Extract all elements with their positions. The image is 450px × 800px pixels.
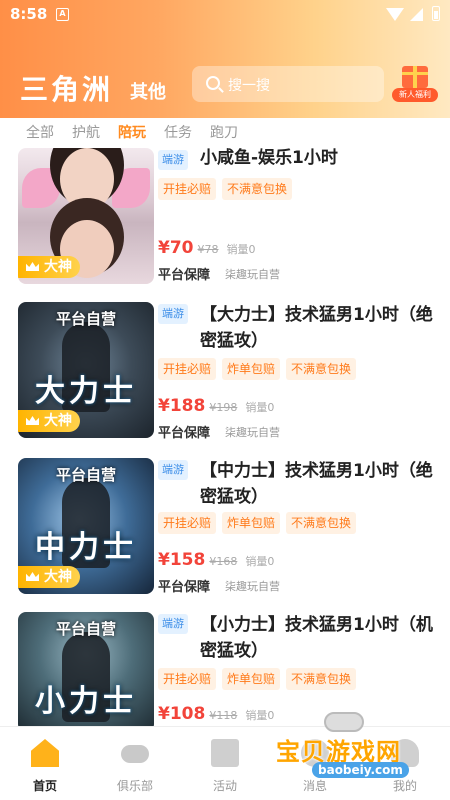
status-bar: 8:58 A	[0, 0, 450, 30]
rank-badge: 大神	[18, 256, 80, 278]
category-switch[interactable]: 其他	[130, 78, 166, 104]
feature-tag: 不满意包换	[286, 358, 357, 380]
product-card[interactable]: 平台自营 大力士 大神 端游 【大力士】技术猛男1小时（绝密猛攻） 开挂必赔 炸单…	[0, 302, 450, 442]
nav-label: 首页	[32, 779, 57, 793]
product-thumbnail: 平台自营 大力士 大神	[18, 302, 154, 438]
sales-count: 销量0	[226, 243, 256, 256]
price: ¥158	[158, 550, 206, 570]
guarantee-label: 平台保障	[158, 268, 211, 283]
nav-activity[interactable]: 活动	[180, 727, 270, 800]
product-title: 小咸鱼-娱乐1小时	[200, 148, 338, 168]
feature-tag: 不满意包换	[286, 512, 357, 534]
battery-icon	[432, 6, 440, 21]
search-placeholder: 搜一搜	[228, 78, 270, 94]
product-card[interactable]: 平台自营 中力士 大神 端游 【中力士】技术猛男1小时（绝密猛攻） 开挂必赔 炸单…	[0, 458, 450, 598]
feature-tag: 炸单包赔	[222, 358, 281, 380]
gamepad-icon	[121, 745, 149, 763]
price-row: ¥158 ¥168 销量0	[158, 550, 274, 572]
feature-tag: 开挂必赔	[158, 358, 217, 380]
crown-icon	[26, 416, 39, 425]
feature-tag: 炸单包赔	[222, 512, 281, 534]
product-card[interactable]: 大神 端游 小咸鱼-娱乐1小时 开挂必赔 不满意包换 ¥70 ¥78 销量0 平台保障…	[0, 148, 450, 288]
price: ¥70	[158, 238, 194, 258]
thumbnail-title: 中力士	[35, 530, 137, 565]
feature-tags: 开挂必赔 炸单包赔 不满意包换	[158, 512, 362, 534]
thumbnail-caption: 平台自营	[55, 620, 116, 638]
search-input[interactable]: 搜一搜	[192, 66, 384, 102]
search-icon	[206, 76, 220, 90]
newcomer-gift-button[interactable]: 新人福利	[392, 64, 438, 104]
sales-count: 销量0	[245, 709, 275, 722]
old-price: ¥118	[209, 709, 238, 722]
wing-decoration	[112, 168, 150, 208]
tab-run[interactable]: 跑刀	[210, 122, 238, 142]
gift-icon	[211, 739, 239, 767]
product-thumbnail: 平台自营 中力士 大神	[18, 458, 154, 594]
price-row: ¥108 ¥118 销量0	[158, 704, 274, 726]
nav-home[interactable]: 首页	[0, 727, 90, 800]
crown-icon	[26, 262, 39, 271]
product-thumbnail: 大神	[18, 148, 154, 284]
feature-tags: 开挂必赔 炸单包赔 不满意包换	[158, 668, 362, 690]
guarantee-label: 平台保障	[158, 580, 211, 595]
product-thumbnail: 平台自营 小力士	[18, 612, 154, 726]
feature-tag: 开挂必赔	[158, 178, 217, 200]
signal-icon	[410, 8, 423, 21]
home-icon	[31, 739, 59, 767]
category-tabs: 全部 护航 陪玩 任务 跑刀	[0, 118, 450, 148]
product-title: 【小力士】技术猛男1小时（机密猛攻）	[200, 615, 433, 661]
platform-tag: 端游	[158, 150, 188, 170]
platform-tag: 端游	[158, 304, 188, 324]
old-price: ¥198	[209, 401, 238, 414]
sales-count: 销量0	[245, 401, 275, 414]
rank-badge: 大神	[18, 410, 80, 432]
seller-label: 柒趣玩自营	[225, 580, 280, 593]
guarantee-label: 平台保障	[158, 426, 211, 441]
sales-count: 销量0	[245, 555, 275, 568]
gift-label: 新人福利	[392, 88, 438, 102]
tab-companion[interactable]: 陪玩	[118, 122, 146, 142]
seller-label: 柒趣玩自营	[225, 426, 280, 439]
nav-label: 活动	[212, 779, 237, 793]
crown-icon	[26, 572, 39, 581]
product-title: 【中力士】技术猛男1小时（绝密猛攻）	[200, 461, 433, 507]
platform-tag: 端游	[158, 614, 188, 634]
tab-task[interactable]: 任务	[164, 122, 192, 142]
notification-icon: A	[56, 8, 69, 21]
price: ¥108	[158, 704, 206, 724]
thumbnail-title: 小力士	[35, 684, 137, 719]
nav-label: 俱乐部	[116, 779, 153, 793]
gamepad-icon	[324, 712, 364, 732]
feature-tag: 开挂必赔	[158, 512, 217, 534]
thumbnail-title: 大力士	[35, 374, 137, 409]
feature-tag: 炸单包赔	[222, 668, 281, 690]
nav-club[interactable]: 俱乐部	[90, 727, 180, 800]
wing-decoration	[22, 168, 60, 208]
status-time: 8:58	[10, 5, 48, 23]
feature-tags: 开挂必赔 炸单包赔 不满意包换	[158, 358, 362, 380]
thumbnail-caption: 平台自营	[55, 466, 116, 484]
rank-badge: 大神	[18, 566, 80, 588]
seller-label: 柒趣玩自营	[225, 268, 280, 281]
feature-tag: 不满意包换	[286, 668, 357, 690]
platform-tag: 端游	[158, 460, 188, 480]
feature-tag: 不满意包换	[222, 178, 293, 200]
portrait-image	[60, 148, 114, 210]
watermark: 宝贝游戏网 baobeiy.com	[272, 706, 442, 780]
feature-tags: 开挂必赔 不满意包换	[158, 178, 298, 200]
tab-all[interactable]: 全部	[26, 122, 54, 142]
watermark-url: baobeiy.com	[312, 762, 409, 778]
gift-icon	[402, 66, 428, 88]
tab-escort[interactable]: 护航	[72, 122, 100, 142]
price-row: ¥70 ¥78 销量0	[158, 238, 256, 260]
price: ¥188	[158, 396, 206, 416]
old-price: ¥168	[209, 555, 238, 568]
page-title[interactable]: 三角洲	[20, 68, 113, 108]
feature-tag: 开挂必赔	[158, 668, 217, 690]
wifi-icon	[386, 8, 404, 21]
thumbnail-caption: 平台自营	[55, 310, 116, 328]
product-title: 【大力士】技术猛男1小时（绝密猛攻）	[200, 305, 433, 351]
price-row: ¥188 ¥198 销量0	[158, 396, 274, 418]
old-price: ¥78	[197, 243, 219, 256]
